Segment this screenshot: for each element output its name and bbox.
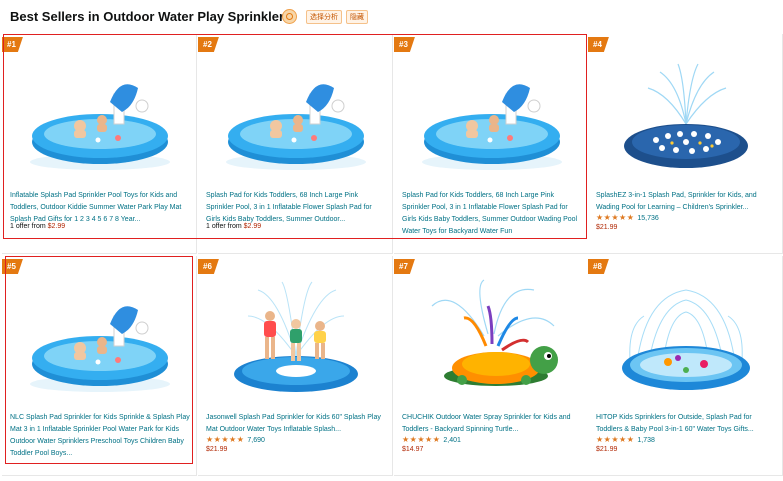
- product-card[interactable]: #2 Splash Pad for Kids Toddlers, 68 Inch…: [198, 34, 393, 254]
- price: $14.97: [402, 446, 424, 453]
- rank-badge: #8: [588, 259, 609, 274]
- price: $2.99: [47, 223, 66, 230]
- review-count: 1,738: [637, 437, 655, 444]
- turtle-sprinkler-image[interactable]: [414, 276, 569, 401]
- splash-mat-image[interactable]: [608, 54, 763, 179]
- kids-splash-mat-image[interactable]: [218, 276, 373, 401]
- product-card[interactable]: #3 Splash Pad for Kids Toddlers, 68 Inch…: [394, 34, 589, 254]
- product-card[interactable]: #7 CHUCHIK Outdoor Water Spray Sprinkler…: [394, 256, 589, 476]
- rank-badge: #4: [588, 37, 609, 52]
- product-title-link[interactable]: Jasonwell Splash Pad Sprinkler for Kids …: [206, 412, 386, 436]
- offer-label: 1 offer from: [206, 223, 244, 230]
- product-card[interactable]: #6 Jasonwell Splash Pad Sprinkler for Ki…: [198, 256, 393, 476]
- inflatable-pool-image[interactable]: [22, 276, 177, 401]
- rank-badge: #3: [394, 37, 415, 52]
- offer-label: 1 offer from: [10, 223, 48, 230]
- product-card[interactable]: #1 Inflatable Splash Pad Sprinkler Pool …: [2, 34, 197, 254]
- review-count: 2,401: [443, 437, 461, 444]
- rating-row[interactable]: ★★★★★ 2,401: [402, 435, 461, 445]
- star-rating-icon: ★★★★★: [596, 435, 635, 444]
- product-title-link[interactable]: CHUCHIK Outdoor Water Spray Sprinkler fo…: [402, 412, 582, 436]
- rating-row[interactable]: ★★★★★ 7,690: [206, 435, 265, 445]
- rank-badge: #2: [198, 37, 219, 52]
- hide-tag-button[interactable]: 隐藏: [346, 10, 368, 24]
- product-title-link[interactable]: HITOP Kids Sprinklers for Outside, Splas…: [596, 412, 776, 436]
- review-count: 15,736: [637, 215, 659, 222]
- product-title-link[interactable]: Splash Pad for Kids Toddlers, 68 Inch La…: [206, 190, 386, 226]
- price: $21.99: [596, 224, 618, 231]
- rank-badge: #5: [2, 259, 23, 274]
- star-rating-icon: ★★★★★: [402, 435, 441, 444]
- inflatable-pool-image[interactable]: [218, 54, 373, 179]
- review-count: 7,690: [247, 437, 265, 444]
- rating-row[interactable]: ★★★★★ 15,736: [596, 213, 659, 223]
- price: $21.99: [206, 446, 228, 453]
- rank-badge: #7: [394, 259, 415, 274]
- inflatable-pool-image[interactable]: [414, 54, 569, 179]
- price: $21.99: [596, 446, 618, 453]
- analysis-icon[interactable]: [282, 9, 297, 24]
- product-title-link[interactable]: SplashEZ 3-in-1 Splash Pad, Sprinkler fo…: [596, 190, 776, 214]
- rating-row[interactable]: ★★★★★ 1,738: [596, 435, 655, 445]
- rank-badge: #6: [198, 259, 219, 274]
- offer-line[interactable]: 1 offer from $2.99: [10, 223, 65, 230]
- product-title-link[interactable]: NLC Splash Pad Sprinkler for Kids Sprink…: [10, 412, 190, 460]
- page-header: Best Sellers in Outdoor Water Play Sprin…: [0, 0, 783, 34]
- rank-badge: #1: [2, 37, 23, 52]
- analyze-tag-button[interactable]: 选择分析: [306, 10, 342, 24]
- product-title-link[interactable]: Inflatable Splash Pad Sprinkler Pool Toy…: [10, 190, 190, 226]
- product-card[interactable]: #5 NLC Splash Pad Sprinkler for Kids Spr…: [2, 256, 197, 476]
- inflatable-pool-image[interactable]: [22, 54, 177, 179]
- fountain-splash-pad-image[interactable]: [608, 276, 763, 401]
- star-rating-icon: ★★★★★: [206, 435, 245, 444]
- product-card[interactable]: #4 SplashEZ 3-in-1 Splash Pad, Sprinkler…: [588, 34, 783, 254]
- page-title: Best Sellers in Outdoor Water Play Sprin…: [10, 9, 292, 24]
- star-rating-icon: ★★★★★: [596, 213, 635, 222]
- product-card[interactable]: #8 HITOP Kids Sprinklers for Outside, Sp…: [588, 256, 783, 476]
- offer-line[interactable]: 1 offer from $2.99: [206, 223, 261, 230]
- price: $2.99: [243, 223, 262, 230]
- product-title-link[interactable]: Splash Pad for Kids Toddlers, 68 Inch La…: [402, 190, 582, 238]
